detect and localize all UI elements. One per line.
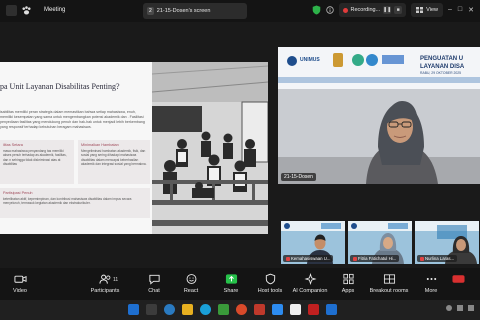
participant-tile[interactable]: Nurlina Laras... [415,221,479,264]
battery-icon[interactable] [468,305,474,311]
card-body: Mengeliminasi hambatan akademik, fisik, … [81,149,147,166]
banner-title: PENGUATAN U LAYANAN DISA [420,55,464,71]
participant-thumbnails: Kemahasiswaan U... Fitria Fatichatul Hi.… [281,221,480,264]
file-explorer-icon[interactable] [182,304,193,315]
shared-slide: pa Unit Layanan Disabilitas Penting? isa… [0,62,268,234]
zoom-window: Meeting 2 21-15-Dosen's screen Recording… [0,0,480,320]
minimize-icon[interactable]: – [448,6,452,14]
banner-date: RABU, 29 OKTOBER 2025 [420,71,462,75]
share-label: Share [223,288,239,294]
host-tools-label: Host tools [257,288,283,294]
mic-muted-icon [286,256,290,261]
participants-button[interactable]: 11 Participants [80,272,130,294]
share-screen-icon [224,272,238,285]
participants-label: Participants [90,288,120,294]
banner-logo-text: UNIMUS [300,57,320,63]
view-button[interactable]: View [411,3,443,17]
recording-label: Recording... [350,7,381,13]
end-button[interactable] [436,272,480,285]
os-taskbar [0,300,480,320]
app-controls [6,5,32,16]
shield-icon[interactable] [312,5,321,15]
record-dot-icon [342,7,348,13]
apps-grid-icon [341,272,355,285]
pause-recording-icon[interactable]: ❚❚ [383,6,391,14]
maximize-icon[interactable]: □ [458,6,462,14]
banner-title-line2: LAYANAN DISA [420,64,465,70]
chrome-icon[interactable] [236,304,247,315]
participant-name: Kemahasiswaan U... [283,255,334,262]
slide-card: Partisipasi Penuh keterlibatan aktif, ke… [0,188,150,218]
mic-muted-icon [420,256,424,261]
banner-title-line1: PENGUATAN U [420,56,464,62]
smiley-icon [184,272,198,285]
powerpoint-icon[interactable] [254,304,265,315]
search-icon[interactable] [146,304,157,315]
notepad-icon[interactable] [290,304,301,315]
zoom-icon[interactable] [272,304,283,315]
slide-intro: isabilitas memiliki peran strategis dala… [0,110,145,129]
video-label: Video [13,288,27,294]
excel-icon[interactable] [218,304,229,315]
apps-label: Apps [341,288,355,294]
end-call-icon [451,272,465,285]
wifi-icon[interactable] [446,305,452,311]
video-camera-icon [13,272,27,285]
active-speaker-video[interactable]: UNIMUS PENGUATAN U LAYANAN DISA RABU, 29… [278,47,480,184]
slide-card: Minimalkan Hambatan Mengeliminasi hambat… [78,140,150,184]
video-button[interactable]: Video [0,272,45,294]
word-icon[interactable] [326,304,337,315]
acrobat-icon[interactable] [308,304,319,315]
shield-icon [263,272,277,285]
share-tab-number: 2 [147,7,154,15]
view-label: View [426,7,438,13]
sparkle-icon [303,272,317,285]
participant-name: Fitria Fatichatul Hi... [350,255,400,262]
participant-tile[interactable]: Fitria Fatichatul Hi... [348,221,412,264]
speaker-name-tag: 21-15-Dosen [281,173,316,181]
slide-title: pa Unit Layanan Disabilitas Penting? [0,82,120,91]
chat-icon [147,272,161,285]
recording-indicator: Recording... ❚❚ ■ [338,3,407,17]
windows-start-icon[interactable] [128,304,139,315]
card-heading: Partisipasi Penuh [3,191,33,195]
close-icon[interactable]: ✕ [468,6,474,14]
react-label: React [183,288,199,294]
system-tray [446,305,474,311]
share-tab-title: 21-15-Dosen's screen [156,8,211,14]
shared-screen-tab[interactable]: 2 21-15-Dosen's screen [143,3,247,19]
more-label: More [424,288,438,294]
breakout-rooms-icon [382,272,396,285]
title-bar-right: Recording... ❚❚ ■ View – □ ✕ [312,3,474,17]
card-body: keterlibatan aktif, kepemimpinan, dan ko… [3,197,132,206]
app-menu-icon[interactable] [6,5,17,16]
classroom-illustration [152,62,268,234]
participants-icon [98,272,112,285]
chat-label: Chat [148,288,160,294]
card-heading: ilitas Setara [3,143,23,147]
edge-icon[interactable] [200,304,211,315]
paw-icon[interactable] [21,5,32,16]
volume-icon[interactable] [457,305,463,311]
card-body: masa mahasiswa penyandang tas memiliki a… [3,149,67,166]
participant-count: 11 [113,277,119,283]
participant-name: Nurlina Laras... [417,255,458,262]
meeting-toolbar: Video 11 Participants Chat React Share H… [0,268,480,300]
info-icon[interactable] [325,6,334,14]
meeting-title: Meeting [44,7,66,13]
slide-card: ilitas Setara masa mahasiswa penyandang … [0,140,74,184]
participant-tile[interactable]: Kemahasiswaan U... [281,221,345,264]
window-controls: – □ ✕ [448,6,474,14]
stop-recording-icon[interactable]: ■ [394,6,403,14]
browser-icon[interactable] [164,304,175,315]
title-bar: Meeting 2 21-15-Dosen's screen Recording… [0,0,480,22]
grid-icon [416,7,424,13]
card-heading: Minimalkan Hambatan [81,143,119,147]
breakout-rooms-label: Breakout rooms [369,288,409,294]
mic-muted-icon [353,256,357,261]
